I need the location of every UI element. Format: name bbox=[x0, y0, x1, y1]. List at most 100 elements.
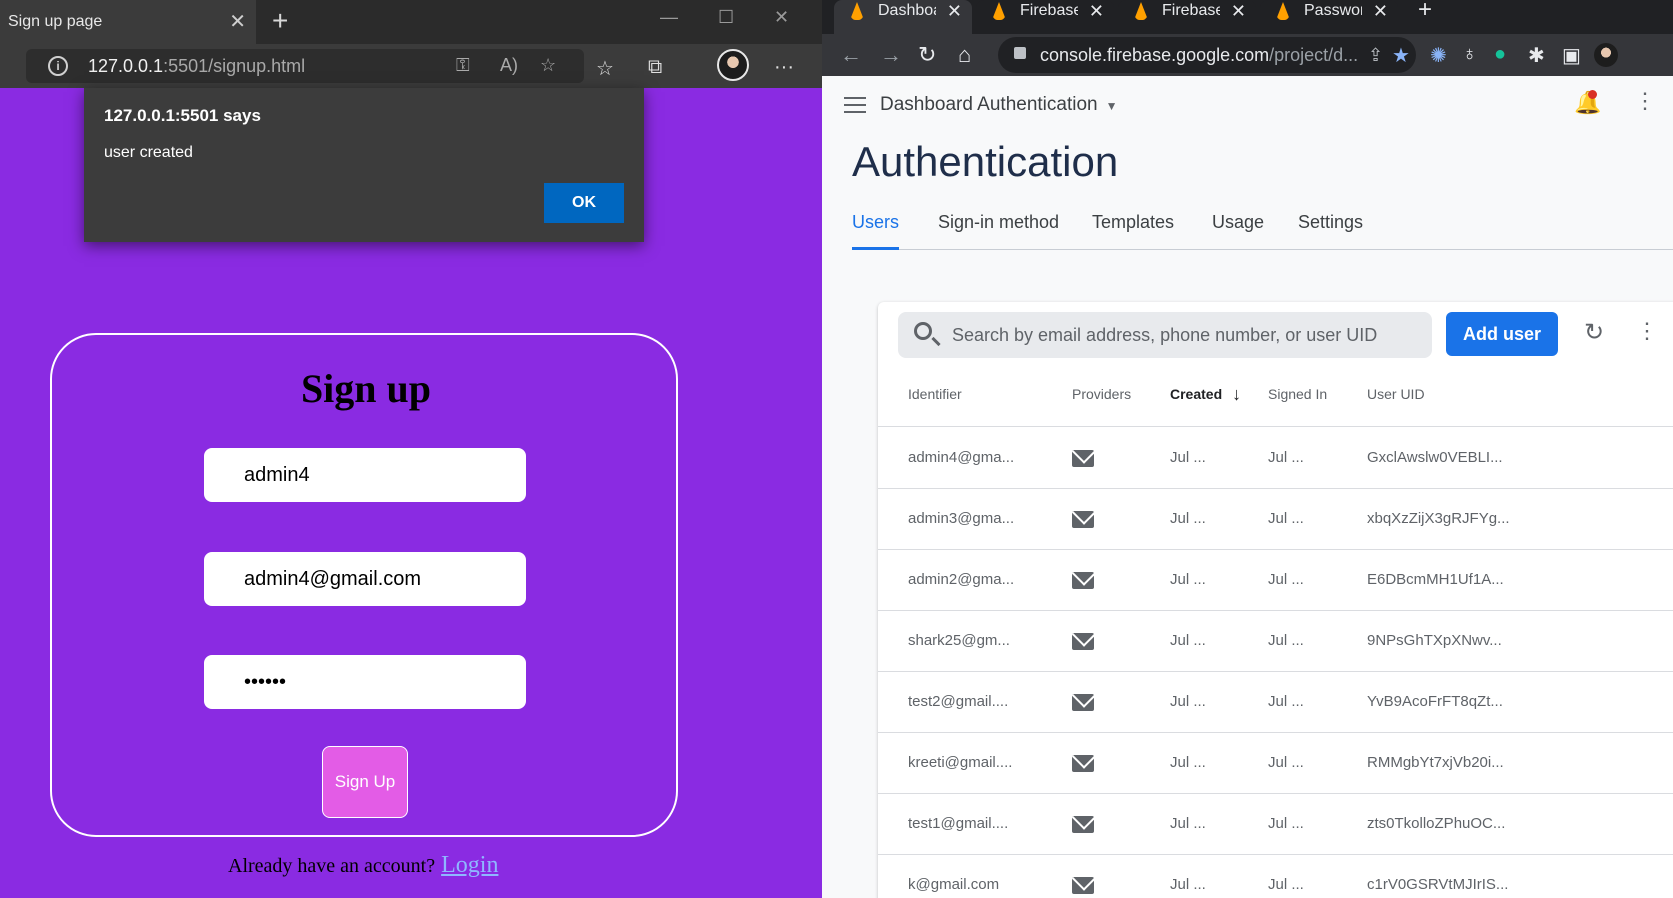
home-icon[interactable]: ⌂ bbox=[958, 42, 971, 68]
more-vert-icon[interactable]: ⋮ bbox=[1636, 318, 1658, 344]
tab-settings[interactable]: Settings bbox=[1298, 212, 1363, 250]
user-search[interactable] bbox=[898, 312, 1432, 358]
uid-cell: 9NPsGhTXpXNwv... bbox=[1367, 632, 1502, 649]
bookmark-star-icon[interactable]: ★ bbox=[1392, 43, 1410, 68]
lock-icon[interactable] bbox=[1014, 47, 1026, 59]
ok-button[interactable]: OK bbox=[544, 183, 624, 223]
table-row[interactable]: test2@gmail.... Jul ... Jul ... YvB9AcoFrFT… bbox=[878, 672, 1673, 733]
profile-avatar[interactable] bbox=[717, 49, 749, 81]
table-row[interactable]: k@gmail.com Jul ... Jul ... c1rV0GSRVtMJIrI… bbox=[878, 855, 1673, 898]
users-panel: Add user ↻ ⋮ Identifier Providers Create… bbox=[878, 302, 1673, 898]
sort-arrow-down-icon: ↓ bbox=[1232, 384, 1242, 404]
minimize-button[interactable]: — bbox=[660, 0, 678, 34]
tab-usage[interactable]: Usage bbox=[1212, 212, 1264, 250]
close-window-button[interactable]: ✕ bbox=[774, 0, 789, 34]
project-selector[interactable]: Dashboard Authentication ▼ bbox=[880, 94, 1118, 116]
extension-bulb-icon[interactable]: ♁ bbox=[1462, 43, 1477, 66]
email-provider-icon bbox=[1072, 633, 1094, 650]
caret-down-icon: ▼ bbox=[1105, 99, 1118, 113]
uid-cell: c1rV0GSRVtMJIrIS... bbox=[1367, 876, 1509, 893]
table-row[interactable]: test1@gmail.... Jul ... Jul ... zts0TkolloZ… bbox=[878, 794, 1673, 855]
column-created[interactable]: Created ↓ bbox=[1170, 364, 1241, 424]
column-providers[interactable]: Providers bbox=[1072, 364, 1131, 424]
table-row[interactable]: admin2@gma... Jul ... Jul ... E6DBcmMH1Uf1A… bbox=[878, 550, 1673, 611]
search-input[interactable] bbox=[952, 312, 1422, 358]
created-cell: Jul ... bbox=[1170, 510, 1206, 527]
tab-signup-page[interactable]: Sign up page ✕ bbox=[0, 0, 256, 44]
email-input[interactable]: admin4@gmail.com bbox=[204, 552, 526, 606]
key-icon[interactable]: ⚿ bbox=[456, 55, 470, 76]
chrome-window: Dashboard ✕ Firebase ✕ Firebase ✕ Passwo… bbox=[822, 0, 1673, 898]
password-input[interactable]: •••••• bbox=[204, 655, 526, 709]
more-icon[interactable]: ··· bbox=[774, 56, 794, 79]
table-row[interactable]: shark25@gm... Jul ... Jul ... 9NPsGhTXpXNwv… bbox=[878, 611, 1673, 672]
login-link[interactable]: Login bbox=[441, 852, 498, 878]
close-tab-icon[interactable]: ✕ bbox=[1373, 0, 1388, 22]
tab-sign-in-method[interactable]: Sign-in method bbox=[938, 212, 1059, 250]
auth-tabs: Users Sign-in method Templates Usage Set… bbox=[852, 212, 1673, 250]
info-icon[interactable]: i bbox=[48, 56, 68, 76]
forward-icon[interactable]: → bbox=[880, 42, 902, 68]
firebase-icon bbox=[1134, 2, 1148, 20]
identifier-cell: admin3@gma... bbox=[908, 510, 1015, 527]
table-row[interactable]: kreeti@gmail.... Jul ... Jul ... RMMgbYt7xj… bbox=[878, 733, 1673, 794]
table-row[interactable]: admin4@gma... Jul ... Jul ... GxclAwslw0VEB… bbox=[878, 428, 1673, 489]
tab-firebase-1[interactable]: Firebase ✕ bbox=[976, 0, 1114, 34]
created-cell: Jul ... bbox=[1170, 876, 1206, 893]
identifier-cell: test1@gmail.... bbox=[908, 815, 1009, 832]
new-tab-button[interactable]: + bbox=[272, 0, 288, 44]
address-url[interactable]: 127.0.0.1:5501/signup.html bbox=[88, 49, 305, 83]
back-icon[interactable]: ← bbox=[840, 42, 862, 68]
tab-password[interactable]: Password ✕ bbox=[1260, 0, 1398, 34]
add-user-button[interactable]: Add user bbox=[1446, 312, 1558, 356]
tab-users[interactable]: Users bbox=[852, 212, 900, 250]
close-tab-icon[interactable]: ✕ bbox=[229, 0, 246, 44]
table-row[interactable]: admin3@gma... Jul ... Jul ... xbqXzZijX3gRJ… bbox=[878, 489, 1673, 550]
notification-dot bbox=[1588, 90, 1597, 99]
created-cell: Jul ... bbox=[1170, 571, 1206, 588]
read-aloud-icon[interactable]: A) bbox=[500, 55, 518, 76]
signed-in-cell: Jul ... bbox=[1268, 693, 1304, 710]
firebase-header: Dashboard Authentication ▼ 🔔 ⋮ bbox=[822, 76, 1673, 136]
close-tab-icon[interactable]: ✕ bbox=[1231, 0, 1246, 22]
close-tab-icon[interactable]: ✕ bbox=[947, 0, 962, 22]
email-provider-icon bbox=[1072, 816, 1094, 833]
username-input[interactable]: admin4 bbox=[204, 448, 526, 502]
tab-templates[interactable]: Templates bbox=[1092, 212, 1174, 250]
column-signed-in[interactable]: Signed In bbox=[1268, 364, 1328, 424]
tab-dashboard[interactable]: Dashboard ✕ bbox=[834, 0, 972, 34]
address-bar[interactable]: i 127.0.0.1:5501/signup.html ⚿ A) ☆ bbox=[26, 49, 584, 83]
share-icon[interactable]: ⇪ bbox=[1368, 45, 1383, 66]
grammarly-icon[interactable]: ● bbox=[1494, 43, 1506, 66]
extension-sparkle-icon[interactable]: ✺ bbox=[1430, 43, 1447, 68]
add-favorite-icon[interactable]: ☆ bbox=[540, 55, 556, 76]
uid-cell: zts0TkolloZPhuOC... bbox=[1367, 815, 1506, 832]
extensions-puzzle-icon[interactable]: ✱ bbox=[1528, 43, 1545, 68]
maximize-button[interactable]: ☐ bbox=[718, 0, 734, 34]
more-vert-icon[interactable]: ⋮ bbox=[1634, 90, 1656, 112]
identifier-cell: admin2@gma... bbox=[908, 571, 1015, 588]
side-panel-icon[interactable]: ▣ bbox=[1562, 43, 1581, 68]
header-divider bbox=[878, 426, 1673, 427]
column-identifier[interactable]: Identifier bbox=[908, 364, 962, 424]
created-cell: Jul ... bbox=[1170, 693, 1206, 710]
favorites-icon[interactable]: ☆ bbox=[596, 56, 614, 81]
address-url[interactable]: console.firebase.google.com/project/d... bbox=[1040, 37, 1358, 73]
new-tab-button[interactable]: + bbox=[1418, 0, 1432, 22]
collections-icon[interactable]: ⧉ bbox=[648, 56, 662, 79]
signup-button[interactable]: Sign Up bbox=[322, 746, 408, 818]
signup-card: Sign up admin4 admin4@gmail.com •••••• S… bbox=[50, 333, 678, 837]
email-provider-icon bbox=[1072, 450, 1094, 467]
created-cell: Jul ... bbox=[1170, 449, 1206, 466]
refresh-icon[interactable]: ↻ bbox=[1584, 318, 1604, 347]
reload-icon[interactable]: ↻ bbox=[918, 42, 936, 68]
signed-in-cell: Jul ... bbox=[1268, 815, 1304, 832]
identifier-cell: shark25@gm... bbox=[908, 632, 1010, 649]
close-tab-icon[interactable]: ✕ bbox=[1089, 0, 1104, 22]
menu-icon[interactable] bbox=[844, 97, 866, 113]
signed-in-cell: Jul ... bbox=[1268, 571, 1304, 588]
profile-avatar[interactable] bbox=[1594, 43, 1618, 67]
column-user-uid[interactable]: User UID bbox=[1367, 364, 1425, 424]
tab-firebase-2[interactable]: Firebase ✕ bbox=[1118, 0, 1256, 34]
address-bar[interactable]: console.firebase.google.com/project/d...… bbox=[998, 37, 1416, 73]
